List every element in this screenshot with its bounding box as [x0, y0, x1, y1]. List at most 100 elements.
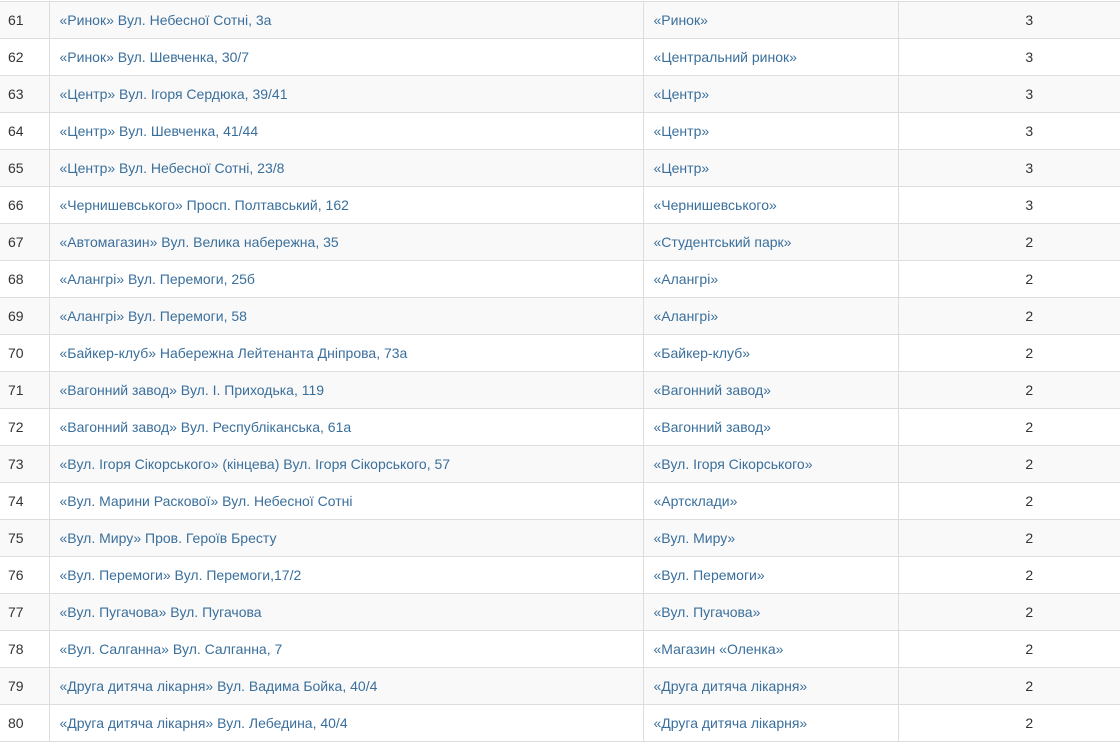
area-link[interactable]: «Алангрі»	[642, 260, 899, 298]
stop-count: 2	[897, 519, 1120, 557]
area-link[interactable]: «Байкер-клуб»	[642, 334, 899, 372]
area-link[interactable]: «Студентський парк»	[642, 223, 899, 261]
row-number: 74	[0, 482, 50, 520]
stop-count: 3	[897, 75, 1120, 113]
table-row: 75 «Вул. Миру» Пров. Героїв Бресту «Вул.…	[0, 519, 1120, 557]
stop-count: 2	[897, 371, 1120, 409]
area-link[interactable]: «Друга дитяча лікарня»	[642, 667, 899, 705]
stop-count: 3	[897, 1, 1120, 39]
table-row: 66 «Чернишевського» Просп. Полтавський, …	[0, 186, 1120, 224]
table-row: 79 «Друга дитяча лікарня» Вул. Вадима Бо…	[0, 667, 1120, 705]
stop-link[interactable]: «Вул. Салганна» Вул. Салганна, 7	[48, 630, 644, 668]
area-link[interactable]: «Центр»	[642, 149, 899, 187]
stop-link[interactable]: «Друга дитяча лікарня» Вул. Лебедина, 40…	[48, 704, 644, 742]
stop-link[interactable]: «Вул. Перемоги» Вул. Перемоги,17/2	[48, 556, 644, 594]
table-row: 65 «Центр» Вул. Небесної Сотні, 23/8 «Це…	[0, 149, 1120, 187]
table-row: 76 «Вул. Перемоги» Вул. Перемоги,17/2 «В…	[0, 556, 1120, 594]
row-number: 68	[0, 260, 50, 298]
row-number: 77	[0, 593, 50, 631]
stop-count: 3	[897, 149, 1120, 187]
row-number: 69	[0, 297, 50, 335]
stop-link[interactable]: «Центр» Вул. Небесної Сотні, 23/8	[48, 149, 644, 187]
row-number: 73	[0, 445, 50, 483]
row-number: 72	[0, 408, 50, 446]
stop-count: 2	[897, 260, 1120, 298]
table-row: 69 «Алангрі» Вул. Перемоги, 58 «Алангрі»…	[0, 297, 1120, 335]
stop-link[interactable]: «Байкер-клуб» Набережна Лейтенанта Дніпр…	[48, 334, 644, 372]
row-number: 65	[0, 149, 50, 187]
table-row: 73 «Вул. Ігоря Сікорського» (кінцева) Ву…	[0, 445, 1120, 483]
stop-link[interactable]: «Друга дитяча лікарня» Вул. Вадима Бойка…	[48, 667, 644, 705]
stop-link[interactable]: «Вул. Ігоря Сікорського» (кінцева) Вул. …	[48, 445, 644, 483]
area-link[interactable]: «Алангрі»	[642, 297, 899, 335]
row-number: 64	[0, 112, 50, 150]
stop-link[interactable]: «Центр» Вул. Ігоря Сердюка, 39/41	[48, 75, 644, 113]
table-row: 78 «Вул. Салганна» Вул. Салганна, 7 «Маг…	[0, 630, 1120, 668]
stop-count: 3	[897, 186, 1120, 224]
stop-link[interactable]: «Вагонний завод» Вул. І. Приходька, 119	[48, 371, 644, 409]
row-number: 80	[0, 704, 50, 742]
stop-link[interactable]: «Ринок» Вул. Небесної Сотні, 3а	[48, 1, 644, 39]
stop-link[interactable]: «Автомагазин» Вул. Велика набережна, 35	[48, 223, 644, 261]
stop-count: 2	[897, 704, 1120, 742]
area-link[interactable]: «Центр»	[642, 112, 899, 150]
stop-count: 2	[897, 630, 1120, 668]
stop-link[interactable]: «Центр» Вул. Шевченка, 41/44	[48, 112, 644, 150]
table-row: 61 «Ринок» Вул. Небесної Сотні, 3а «Рино…	[0, 1, 1120, 39]
area-link[interactable]: «Друга дитяча лікарня»	[642, 704, 899, 742]
table-row: 64 «Центр» Вул. Шевченка, 41/44 «Центр» …	[0, 112, 1120, 150]
stop-link[interactable]: «Ринок» Вул. Шевченка, 30/7	[48, 38, 644, 76]
stops-table-container: 61 «Ринок» Вул. Небесної Сотні, 3а «Рино…	[0, 1, 1120, 742]
table-row: 62 «Ринок» Вул. Шевченка, 30/7 «Централь…	[0, 38, 1120, 76]
row-number: 71	[0, 371, 50, 409]
table-row: 74 «Вул. Марини Раскової» Вул. Небесної …	[0, 482, 1120, 520]
area-link[interactable]: «Центр»	[642, 75, 899, 113]
area-link[interactable]: «Чернишевського»	[642, 186, 899, 224]
stop-link[interactable]: «Алангрі» Вул. Перемоги, 25б	[48, 260, 644, 298]
table-row: 68 «Алангрі» Вул. Перемоги, 25б «Алангрі…	[0, 260, 1120, 298]
table-row: 70 «Байкер-клуб» Набережна Лейтенанта Дн…	[0, 334, 1120, 372]
stop-count: 2	[897, 667, 1120, 705]
stop-count: 2	[897, 593, 1120, 631]
area-link[interactable]: «Вагонний завод»	[642, 371, 899, 409]
area-link[interactable]: «Вагонний завод»	[642, 408, 899, 446]
row-number: 62	[0, 38, 50, 76]
table-row: 67 «Автомагазин» Вул. Велика набережна, …	[0, 223, 1120, 261]
row-number: 78	[0, 630, 50, 668]
row-number: 61	[0, 1, 50, 39]
area-link[interactable]: «Магазин «Оленка»	[642, 630, 899, 668]
area-link[interactable]: «Артсклади»	[642, 482, 899, 520]
row-number: 75	[0, 519, 50, 557]
stop-count: 2	[897, 297, 1120, 335]
stop-count: 2	[897, 482, 1120, 520]
table-row: 63 «Центр» Вул. Ігоря Сердюка, 39/41 «Це…	[0, 75, 1120, 113]
row-number: 76	[0, 556, 50, 594]
area-link[interactable]: «Вул. Пугачова»	[642, 593, 899, 631]
stop-count: 3	[897, 112, 1120, 150]
stops-table: 61 «Ринок» Вул. Небесної Сотні, 3а «Рино…	[0, 1, 1120, 742]
stop-link[interactable]: «Чернишевського» Просп. Полтавський, 162	[48, 186, 644, 224]
row-number: 79	[0, 667, 50, 705]
stop-count: 2	[897, 445, 1120, 483]
stop-link[interactable]: «Вул. Миру» Пров. Героїв Бресту	[48, 519, 644, 557]
area-link[interactable]: «Центральний ринок»	[642, 38, 899, 76]
stop-count: 3	[897, 38, 1120, 76]
area-link[interactable]: «Вул. Ігоря Сікорського»	[642, 445, 899, 483]
row-number: 70	[0, 334, 50, 372]
table-row: 72 «Вагонний завод» Вул. Республіканська…	[0, 408, 1120, 446]
stop-count: 2	[897, 556, 1120, 594]
stop-count: 2	[897, 223, 1120, 261]
stops-table-body: 61 «Ринок» Вул. Небесної Сотні, 3а «Рино…	[0, 1, 1120, 742]
stop-link[interactable]: «Вул. Марини Раскової» Вул. Небесної Сот…	[48, 482, 644, 520]
row-number: 67	[0, 223, 50, 261]
area-link[interactable]: «Вул. Перемоги»	[642, 556, 899, 594]
area-link[interactable]: «Вул. Миру»	[642, 519, 899, 557]
table-row: 80 «Друга дитяча лікарня» Вул. Лебедина,…	[0, 704, 1120, 742]
area-link[interactable]: «Ринок»	[642, 1, 899, 39]
row-number: 63	[0, 75, 50, 113]
table-row: 71 «Вагонний завод» Вул. І. Приходька, 1…	[0, 371, 1120, 409]
stop-link[interactable]: «Вагонний завод» Вул. Республіканська, 6…	[48, 408, 644, 446]
stop-link[interactable]: «Вул. Пугачова» Вул. Пугачова	[48, 593, 644, 631]
stop-link[interactable]: «Алангрі» Вул. Перемоги, 58	[48, 297, 644, 335]
stop-count: 2	[897, 408, 1120, 446]
